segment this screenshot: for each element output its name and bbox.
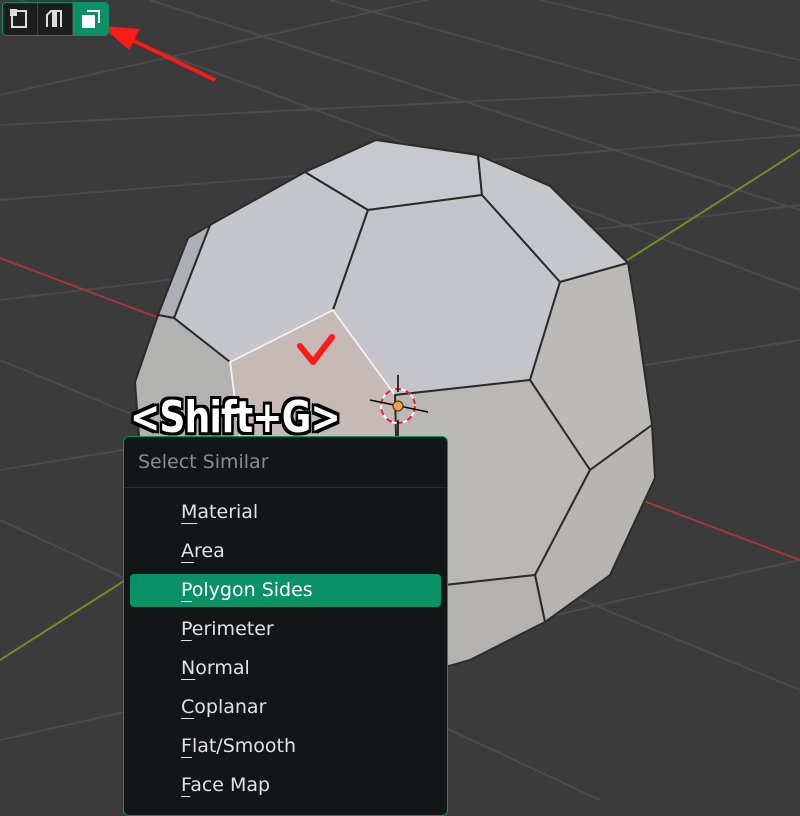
arrow-annotation-icon (102, 26, 216, 82)
menu-item-perimeter[interactable]: Perimeter (130, 613, 441, 646)
select-mode-toolbar (2, 2, 109, 36)
menu-item-mnemonic: N (181, 657, 196, 679)
menu-item-normal[interactable]: Normal (130, 652, 441, 685)
menu-title: Select Similar (124, 437, 447, 488)
menu-item-mnemonic: P (181, 618, 192, 640)
menu-item-mnemonic: M (181, 501, 198, 523)
menu-item-label: olygon Sides (191, 579, 313, 601)
menu-items: Material Area Polygon Sides Perimeter Normal… (124, 488, 447, 802)
menu-item-face-map[interactable]: Face Map (130, 769, 441, 802)
menu-item-label: ace Map (190, 774, 271, 796)
menu-item-coplanar[interactable]: Coplanar (130, 691, 441, 724)
menu-item-label: oplanar (194, 696, 267, 718)
menu-item-polygon-sides[interactable]: Polygon Sides (130, 574, 441, 607)
menu-item-mnemonic: A (181, 540, 194, 562)
edge-select-button[interactable] (38, 3, 73, 35)
vertex-select-button[interactable] (3, 3, 38, 35)
menu-item-label: aterial (197, 501, 259, 523)
select-similar-menu: Select Similar Material Area Polygon Sides… (123, 436, 448, 816)
menu-item-material[interactable]: Material (130, 496, 441, 529)
menu-item-label: rea (194, 540, 225, 562)
edge-select-icon (46, 10, 62, 27)
face-select-button[interactable] (73, 3, 108, 35)
menu-item-label: erimeter (191, 618, 274, 640)
vertex-select-icon (10, 9, 27, 28)
face-select-icon (81, 10, 100, 28)
menu-item-area[interactable]: Area (130, 535, 441, 568)
menu-item-mnemonic: F (181, 735, 192, 757)
menu-item-label: ormal (195, 657, 250, 679)
menu-item-label: lat/Smooth (191, 735, 297, 757)
menu-item-mnemonic: C (181, 696, 195, 718)
menu-item-flat-smooth[interactable]: Flat/Smooth (130, 730, 441, 763)
menu-item-mnemonic: P (181, 579, 192, 601)
menu-item-mnemonic: F (181, 774, 191, 796)
